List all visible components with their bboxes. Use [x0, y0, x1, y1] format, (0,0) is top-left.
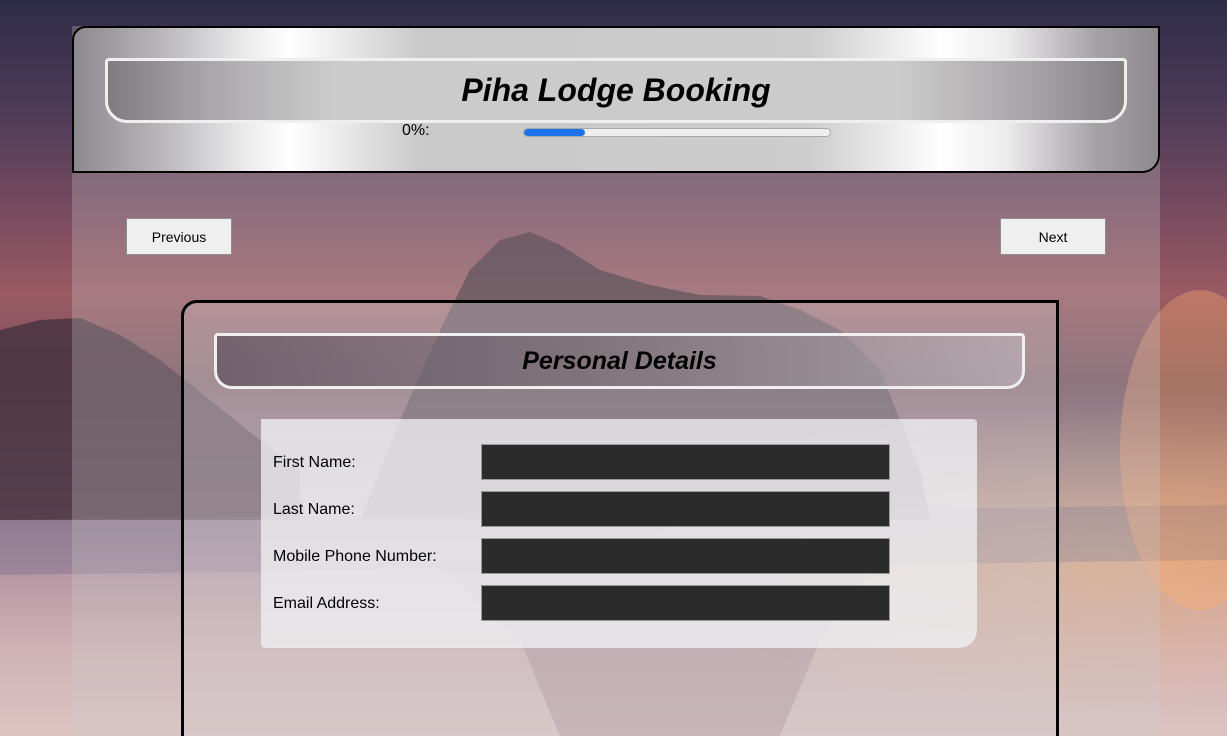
email-address-label: Email Address: [273, 595, 380, 612]
mobile-phone-field[interactable] [481, 538, 890, 574]
title-bar: Piha Lodge Booking [105, 58, 1127, 123]
email-address-field[interactable] [481, 585, 890, 621]
mobile-phone-label: Mobile Phone Number: [273, 548, 437, 565]
next-button[interactable]: Next [1000, 218, 1106, 255]
first-name-label: First Name: [273, 454, 356, 471]
page-title: Piha Lodge Booking [461, 72, 771, 108]
progress-label: 0%: [402, 122, 430, 139]
last-name-label: Last Name: [273, 501, 355, 518]
first-name-field[interactable] [481, 444, 890, 480]
last-name-field[interactable] [481, 491, 890, 527]
progress-bar-fill [524, 129, 586, 136]
previous-button[interactable]: Previous [126, 218, 232, 255]
section-header: Personal Details [214, 333, 1025, 389]
section-title: Personal Details [522, 346, 717, 375]
progress-bar [523, 128, 831, 137]
